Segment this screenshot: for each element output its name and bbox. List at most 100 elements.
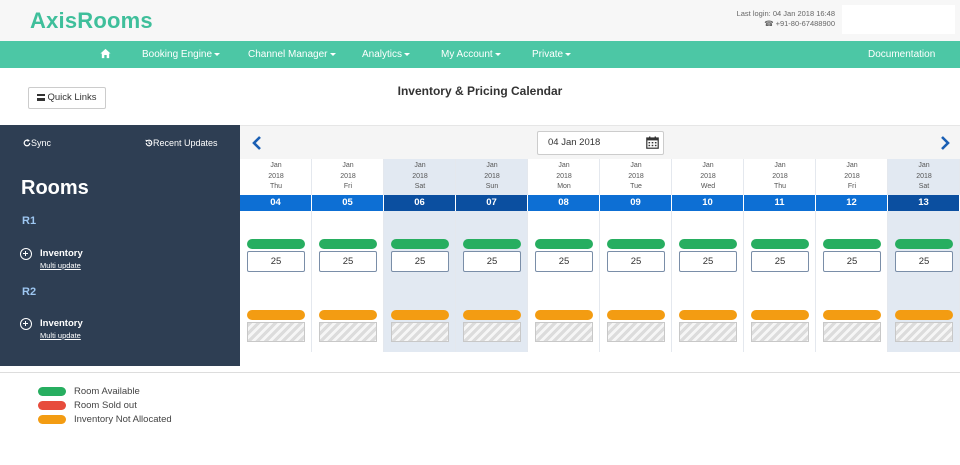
legend-label: Inventory Not Allocated (74, 414, 172, 425)
day-month: Jan (918, 162, 930, 169)
inventory-disabled-cell (535, 322, 593, 342)
nav-my-account[interactable]: My Account (441, 41, 501, 68)
status-room-available[interactable] (823, 239, 881, 249)
status-room-available[interactable] (607, 239, 665, 249)
day-month: Jan (774, 162, 786, 169)
inventory-input[interactable]: 25 (391, 251, 449, 272)
status-inventory-not-allocated[interactable] (679, 310, 737, 320)
calendar-grid: Jan 2018 Thu 04 25 Jan 2018 Fri 05 25 Jan 2018 Sat 06… (240, 159, 960, 352)
inventory-input[interactable]: 25 (751, 251, 809, 272)
chevron-down-icon (494, 52, 501, 56)
refresh-icon (23, 139, 31, 147)
plus-circle-icon[interactable] (20, 248, 32, 260)
inventory-input[interactable]: 25 (535, 251, 593, 272)
day-column: Jan 2018 Mon 08 25 (528, 159, 600, 352)
day-weekday: Fri (343, 183, 353, 190)
day-column: Jan 2018 Tue 09 25 (600, 159, 672, 352)
rooms-panel: Sync Recent Updates Rooms R1 Inventory M… (0, 125, 240, 366)
inventory-input[interactable]: 25 (319, 251, 377, 272)
legend-swatch (38, 401, 66, 410)
login-info: Last login: 04 Jan 2018 16:48 +91-80-674… (737, 9, 835, 29)
inventory-disabled-cell (319, 322, 377, 342)
day-month: Jan (702, 162, 714, 169)
status-inventory-not-allocated[interactable] (607, 310, 665, 320)
chevron-right-icon[interactable] (934, 134, 954, 152)
status-room-available[interactable] (247, 239, 305, 249)
day-header: Jan 2018 Thu (744, 161, 816, 193)
status-inventory-not-allocated[interactable] (895, 310, 953, 320)
recent-updates-button[interactable]: Recent Updates (145, 138, 218, 148)
date-picker-input[interactable]: 04 Jan 2018 (537, 131, 664, 155)
room-code-r2: R2 (22, 286, 37, 298)
day-header: Jan 2018 Thu (240, 161, 312, 193)
day-number: 07 (456, 195, 528, 211)
day-column: Jan 2018 Fri 12 25 (816, 159, 888, 352)
top-header: AxisRooms Last login: 04 Jan 2018 16:48 … (0, 0, 960, 41)
inventory-input[interactable]: 25 (679, 251, 737, 272)
status-room-available[interactable] (535, 239, 593, 249)
day-header: Jan 2018 Fri (816, 161, 888, 193)
legend-label: Room Available (74, 386, 140, 397)
inventory-input[interactable]: 25 (895, 251, 953, 272)
inventory-input[interactable]: 25 (463, 251, 521, 272)
last-login-text: Last login: 04 Jan 2018 16:48 (736, 9, 835, 18)
status-room-available[interactable] (679, 239, 737, 249)
day-column: Jan 2018 Sun 07 25 (456, 159, 528, 352)
day-weekday: Wed (700, 183, 716, 190)
day-number: 12 (816, 195, 888, 211)
nav-documentation[interactable]: Documentation (868, 41, 935, 68)
inventory-label: Inventory (40, 248, 83, 259)
nav-private[interactable]: Private (532, 41, 572, 68)
inventory-input[interactable]: 25 (607, 251, 665, 272)
day-year: 2018 (412, 172, 428, 180)
calendar-icon[interactable] (646, 136, 659, 149)
day-month: Jan (558, 162, 570, 169)
main-nav: Booking Engine Channel Manager Analytics… (0, 41, 960, 68)
room-code-r1: R1 (22, 215, 37, 227)
nav-booking-engine[interactable]: Booking Engine (142, 41, 221, 68)
day-year: 2018 (700, 172, 716, 180)
home-icon[interactable] (100, 48, 111, 59)
sync-button[interactable]: Sync (23, 138, 51, 148)
inventory-disabled-cell (751, 322, 809, 342)
date-navigator: 04 Jan 2018 (240, 125, 960, 159)
day-number: 05 (312, 195, 384, 211)
status-room-available[interactable] (319, 239, 377, 249)
day-column: Jan 2018 Wed 10 25 (672, 159, 744, 352)
header-blank-area (842, 5, 955, 34)
nav-channel-manager[interactable]: Channel Manager (248, 41, 336, 68)
status-room-available[interactable] (463, 239, 521, 249)
status-inventory-not-allocated[interactable] (391, 310, 449, 320)
multi-update-link[interactable]: Multi update (40, 331, 81, 340)
inventory-label: Inventory (40, 318, 83, 329)
day-year: 2018 (844, 172, 860, 180)
nav-analytics[interactable]: Analytics (362, 41, 411, 68)
status-room-available[interactable] (391, 239, 449, 249)
logo[interactable]: AxisRooms (30, 8, 153, 34)
multi-update-link[interactable]: Multi update (40, 261, 81, 270)
day-year: 2018 (916, 172, 932, 180)
status-inventory-not-allocated[interactable] (247, 310, 305, 320)
inventory-disabled-cell (391, 322, 449, 342)
day-number: 13 (888, 195, 960, 211)
day-month: Jan (270, 162, 282, 169)
inventory-input[interactable]: 25 (823, 251, 881, 272)
status-room-available[interactable] (751, 239, 809, 249)
status-inventory-not-allocated[interactable] (463, 310, 521, 320)
status-room-available[interactable] (895, 239, 953, 249)
day-header: Jan 2018 Sun (456, 161, 528, 193)
chevron-left-icon[interactable] (248, 134, 268, 152)
inventory-disabled-cell (679, 322, 737, 342)
day-weekday: Thu (773, 183, 787, 190)
status-inventory-not-allocated[interactable] (751, 310, 809, 320)
day-month: Jan (414, 162, 426, 169)
day-header: Jan 2018 Sat (888, 161, 960, 193)
inventory-input[interactable]: 25 (247, 251, 305, 272)
status-inventory-not-allocated[interactable] (319, 310, 377, 320)
status-inventory-not-allocated[interactable] (823, 310, 881, 320)
day-weekday: Mon (557, 183, 571, 190)
status-inventory-not-allocated[interactable] (535, 310, 593, 320)
day-weekday: Thu (269, 183, 283, 190)
chevron-down-icon (214, 52, 221, 56)
plus-circle-icon[interactable] (20, 318, 32, 330)
